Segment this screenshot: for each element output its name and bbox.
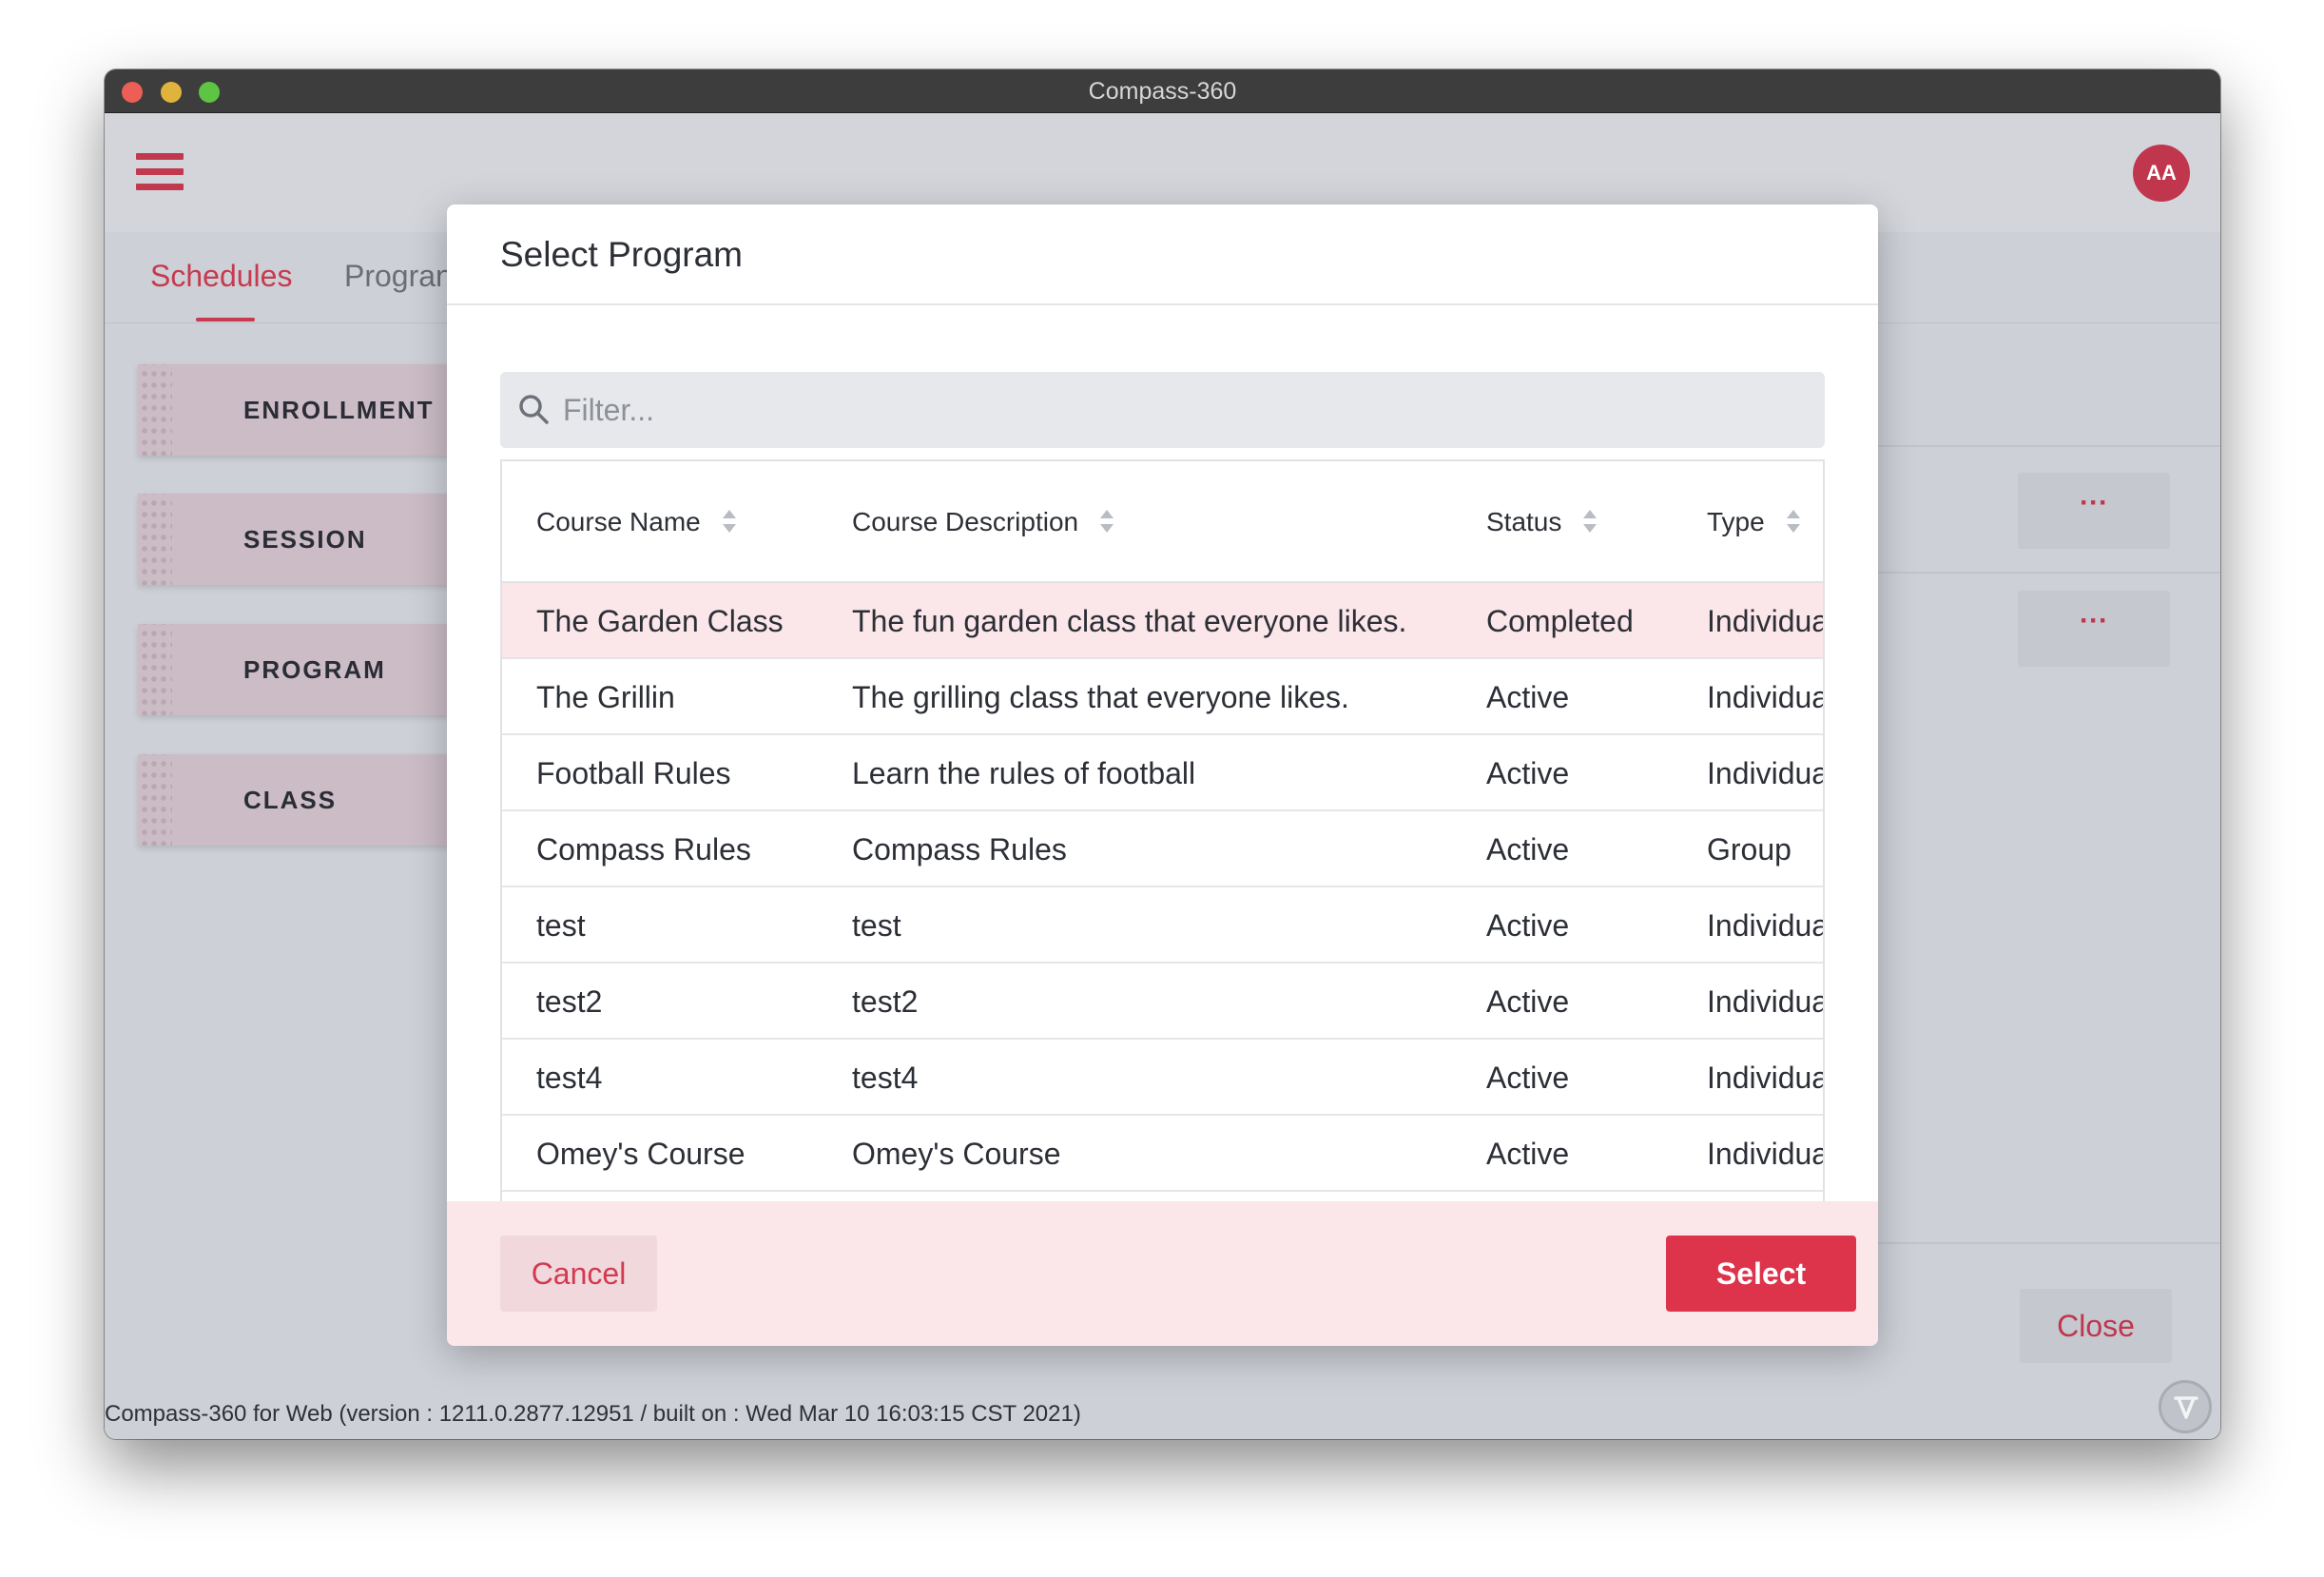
table-row[interactable]: The Grillin The grilling class that ever… <box>502 659 1823 735</box>
active-tab-indicator <box>196 318 255 321</box>
course-name-cell: Football Rules <box>536 756 731 790</box>
course-description-cell: Compass Rules <box>852 832 1067 866</box>
close-button[interactable]: Close <box>2020 1289 2172 1363</box>
drag-handle-icon[interactable] <box>138 364 172 456</box>
vaadin-logo-icon[interactable] <box>2159 1380 2212 1433</box>
table-row[interactable]: The Garden Class The fun garden class th… <box>502 583 1823 659</box>
course-name-cell: test <box>536 908 586 943</box>
column-header-label: Type <box>1707 507 1765 536</box>
type-cell: Individual <box>1707 1137 1825 1171</box>
course-description-cell: Omey's Course <box>852 1137 1061 1171</box>
cancel-button[interactable]: Cancel <box>500 1236 657 1312</box>
course-name-cell: test2 <box>536 984 603 1019</box>
course-description-cell: test4 <box>852 1061 919 1095</box>
status-cell: Completed <box>1486 604 1634 638</box>
status-cell: Active <box>1486 1061 1570 1095</box>
type-cell: Individual <box>1707 604 1825 638</box>
drag-handle-icon[interactable] <box>138 494 172 585</box>
filter-field[interactable] <box>500 372 1825 448</box>
course-name-cell: test4 <box>536 1061 603 1095</box>
select-button[interactable]: Select <box>1666 1236 1856 1312</box>
type-cell: Individual <box>1707 680 1825 714</box>
sort-icon[interactable] <box>1582 508 1598 535</box>
program-table: Course Name Course Description Status Ty… <box>500 459 1825 1201</box>
column-header-type[interactable]: Type <box>1707 461 1801 583</box>
course-description-cell: Learn the rules of football <box>852 756 1196 790</box>
search-icon <box>519 395 549 424</box>
sidebar-item-label: PROGRAM <box>243 655 386 684</box>
table-row[interactable]: Omey's Course Omey's Course Active Indiv… <box>502 1116 1823 1192</box>
version-info: Compass-360 for Web (version : 1211.0.28… <box>105 1401 1081 1427</box>
column-header-label: Status <box>1486 507 1562 536</box>
course-name-cell: The Grillin <box>536 680 675 714</box>
type-cell: Individual <box>1707 756 1825 790</box>
table-header: Course Name Course Description Status Ty… <box>502 461 1823 583</box>
course-name-cell: The Garden Class <box>536 604 784 638</box>
sidebar-item-label: SESSION <box>243 525 367 554</box>
type-cell: Individual <box>1707 984 1825 1019</box>
status-cell: Active <box>1486 680 1570 714</box>
divider <box>1873 1242 2220 1244</box>
select-program-dialog: Select Program Course Name Course Descri… <box>447 204 1878 1346</box>
type-cell: Individual <box>1707 908 1825 943</box>
tab-schedules[interactable]: Schedules <box>150 259 292 294</box>
window-title: Compass-360 <box>1088 78 1237 105</box>
dialog-footer: Cancel Select <box>447 1201 1878 1346</box>
table-row[interactable]: test test Active Individual <box>502 887 1823 964</box>
course-description-cell: test2 <box>852 984 919 1019</box>
user-avatar[interactable]: AA <box>2133 145 2190 202</box>
status-cell: Active <box>1486 756 1570 790</box>
sort-icon[interactable] <box>722 508 737 535</box>
table-row[interactable]: Football Rules Learn the rules of footba… <box>502 735 1823 811</box>
column-header-course-name[interactable]: Course Name <box>536 461 737 583</box>
more-options-button[interactable]: ··· <box>2018 591 2170 667</box>
dialog-header: Select Program <box>447 204 1878 305</box>
column-header-label: Course Name <box>536 507 701 536</box>
status-cell: Active <box>1486 1137 1570 1171</box>
divider <box>1873 445 2220 447</box>
course-name-cell: Compass Rules <box>536 832 751 866</box>
drag-handle-icon[interactable] <box>138 754 172 846</box>
more-options-button[interactable]: ··· <box>2018 473 2170 549</box>
column-header-course-description[interactable]: Course Description <box>852 461 1114 583</box>
divider <box>1873 572 2220 574</box>
filter-input[interactable] <box>563 372 1799 448</box>
dialog-title: Select Program <box>500 235 743 274</box>
column-header-label: Course Description <box>852 507 1079 536</box>
sort-icon[interactable] <box>1786 508 1801 535</box>
course-description-cell: The grilling class that everyone likes. <box>852 680 1349 714</box>
tab-program[interactable]: Progran <box>344 259 453 294</box>
type-cell: Group <box>1707 832 1791 866</box>
table-row[interactable]: test4 test4 Active Individual <box>502 1040 1823 1116</box>
course-description-cell: test <box>852 908 901 943</box>
drag-handle-icon[interactable] <box>138 624 172 715</box>
title-bar: Compass-360 <box>105 69 2220 113</box>
column-header-status[interactable]: Status <box>1486 461 1598 583</box>
status-cell: Active <box>1486 832 1570 866</box>
app-window: Compass-360 AA Schedules Progran ENROLLM… <box>105 69 2220 1439</box>
status-cell: Active <box>1486 908 1570 943</box>
course-name-cell: Omey's Course <box>536 1137 746 1171</box>
type-cell: Individual <box>1707 1061 1825 1095</box>
status-cell: Active <box>1486 984 1570 1019</box>
hamburger-menu-icon[interactable] <box>136 153 184 191</box>
sidebar-item-label: ENROLLMENT <box>243 396 435 424</box>
course-description-cell: The fun garden class that everyone likes… <box>852 604 1407 638</box>
sidebar-item-label: CLASS <box>243 786 338 814</box>
sort-icon[interactable] <box>1099 508 1114 535</box>
table-row[interactable]: test2 test2 Active Individual <box>502 964 1823 1040</box>
table-row[interactable]: Compass Rules Compass Rules Active Group <box>502 811 1823 887</box>
